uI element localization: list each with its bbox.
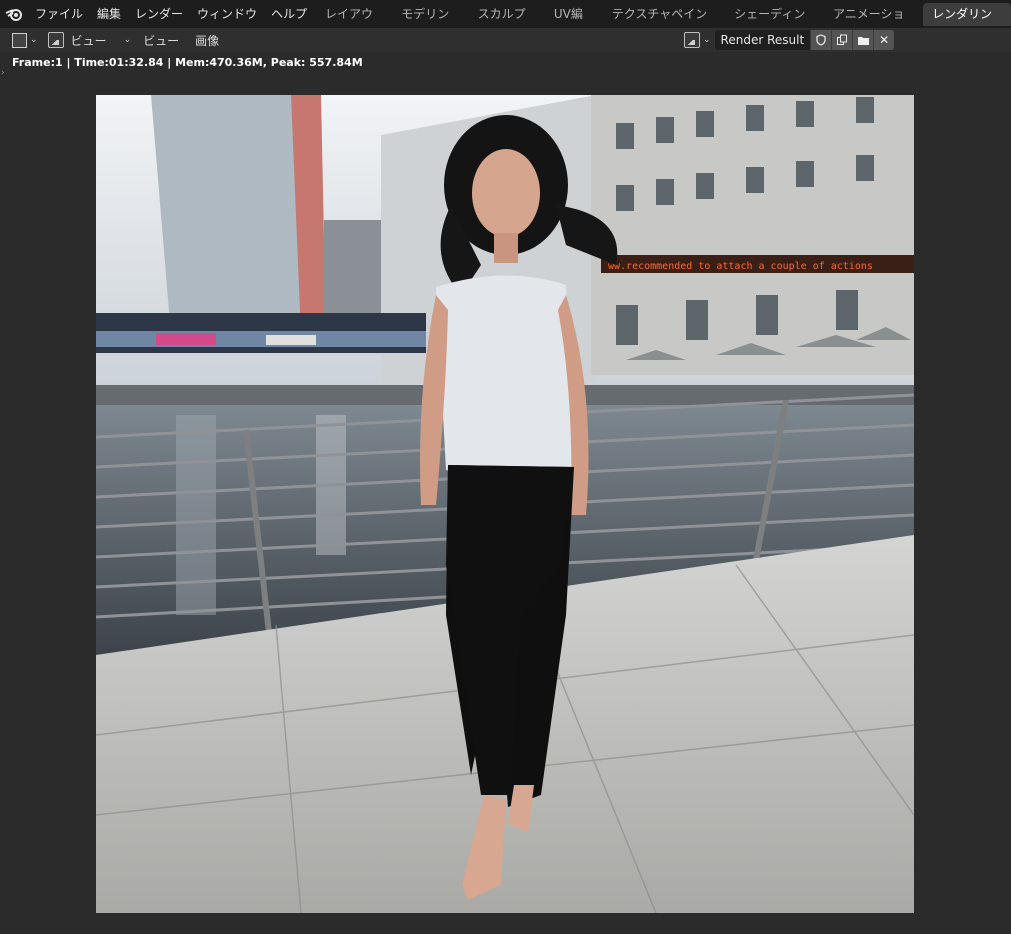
chevron-down-icon: ⌄ [703,35,711,45]
folder-icon[interactable] [852,30,874,50]
menu-window[interactable]: ウィンドウ [190,0,264,28]
blender-logo-icon[interactable] [0,0,28,28]
menu-help[interactable]: ヘルプ [264,0,314,28]
duplicate-icon[interactable] [831,30,853,50]
render-viewport[interactable]: ww.recommended to attach a couple of act… [96,95,914,913]
image-browse-button[interactable]: ⌄ [684,30,711,50]
view-mode-dropdown[interactable]: ビュー ⌄ [47,30,132,50]
render-image: ww.recommended to attach a couple of act… [96,95,914,913]
close-icon[interactable]: ✕ [873,30,895,50]
menu-render[interactable]: レンダー [128,0,190,28]
menu-file[interactable]: ファイル [28,0,90,28]
editor-type-selector[interactable]: ⌄ [12,30,38,50]
tab-rendering[interactable]: レンダリング [923,3,1011,44]
workspace-tabs: レイアウト モデリング スカルプト UV編集 テクスチャペイント シェーディング… [316,3,1011,44]
tab-animation[interactable]: アニメーション [824,3,923,44]
tab-layout[interactable]: レイアウト [316,3,392,44]
image-icon [684,32,700,48]
chevron-down-icon: ⌄ [123,35,132,45]
menu-view[interactable]: ビュー [143,30,179,50]
menu-edit[interactable]: 編集 [90,0,128,28]
chevron-down-icon: ⌄ [30,35,38,45]
menu-image[interactable]: 画像 [195,30,219,50]
tab-uv-editing[interactable]: UV編集 [545,3,603,44]
image-icon [47,32,64,48]
render-result-selector: ⌄ Render Result ✕ [684,30,895,50]
led-sign-text: ww.recommended to attach a couple of act… [608,261,873,272]
shield-icon[interactable] [810,30,832,50]
tab-modeling[interactable]: モデリング [392,3,468,44]
sidebar-toggle-icon[interactable]: › [1,68,5,78]
view-mode-label: ビュー [70,33,107,48]
render-result-field[interactable]: Render Result [714,30,811,50]
tab-texture-paint[interactable]: テクスチャペイント [603,3,725,44]
render-status-text: Frame:1 | Time:01:32.84 | Mem:470.36M, P… [12,56,363,69]
tab-sculpt[interactable]: スカルプト [469,3,545,44]
tab-shading[interactable]: シェーディング [725,3,824,44]
image-editor-icon [12,32,27,48]
